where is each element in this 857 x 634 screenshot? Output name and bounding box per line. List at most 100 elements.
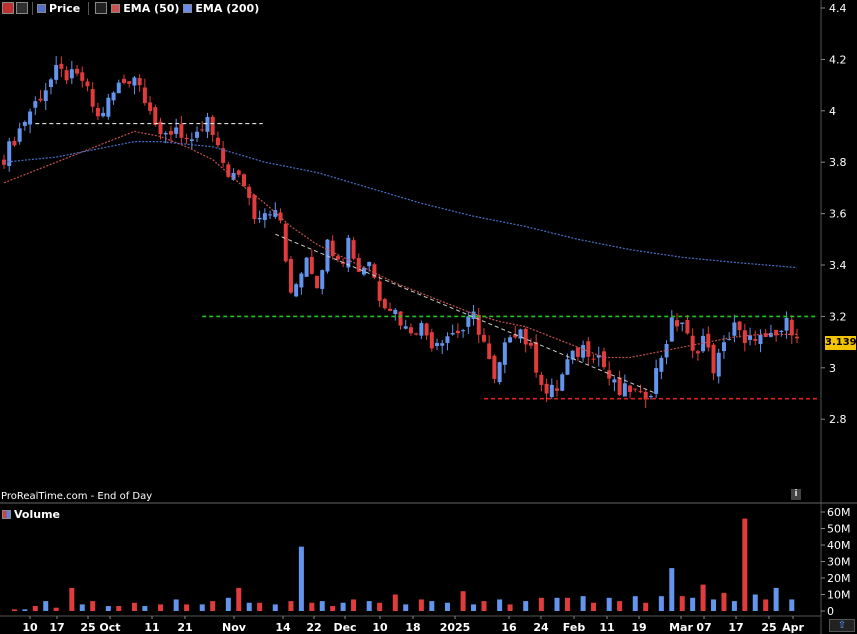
candle-body: [424, 323, 429, 336]
candle-body: [142, 87, 147, 104]
candle-body: [408, 327, 413, 334]
candle-body: [659, 357, 664, 372]
volume-bar: [257, 602, 263, 611]
candle-body: [528, 342, 533, 346]
candle-body: [12, 141, 17, 146]
candle-body: [429, 332, 434, 349]
candle-body: [601, 351, 606, 368]
candle-body: [351, 240, 356, 259]
volume-bar: [538, 597, 544, 611]
volume-bar: [319, 601, 325, 611]
volume-bar: [22, 609, 28, 611]
candle-body: [127, 81, 132, 84]
candle-body: [168, 130, 173, 135]
candle-body: [711, 344, 716, 374]
indicator-list-icon[interactable]: [95, 2, 108, 14]
ema50-legend-label[interactable]: EMA (50): [123, 2, 179, 15]
volume-bar: [481, 601, 487, 611]
y-tick-label: 3.6: [829, 208, 847, 221]
candle-body: [523, 328, 528, 345]
volume-legend-label[interactable]: Volume: [14, 508, 60, 521]
candle-body: [617, 377, 622, 396]
volume-bar: [11, 609, 17, 611]
volume-bar: [142, 606, 148, 611]
candle-body: [654, 368, 659, 394]
candle-body: [612, 379, 617, 383]
candle-body: [309, 256, 314, 274]
candle-body: [795, 336, 799, 339]
candle-body: [706, 333, 711, 348]
x-tick-label: 07: [696, 621, 711, 634]
candle-body: [476, 314, 481, 335]
candle-body: [471, 311, 476, 319]
candle-body: [549, 384, 554, 398]
ema200-swatch-icon: [183, 3, 193, 13]
candle-body: [565, 359, 570, 375]
volume-swatch-icon: [2, 509, 11, 519]
candle-body: [273, 210, 278, 217]
candle-body: [28, 111, 33, 125]
candle-body: [638, 391, 643, 393]
candle-body: [695, 351, 700, 354]
candle-body: [466, 316, 471, 327]
volume-tick-label: 20M: [827, 572, 851, 585]
volume-bar: [309, 602, 315, 611]
info-icon[interactable]: i: [791, 489, 801, 500]
y-tick-label: 2.8: [829, 413, 847, 426]
chart-type-icon[interactable]: [2, 2, 14, 14]
volume-bar: [69, 587, 75, 611]
candle-body: [622, 383, 627, 397]
candle-body: [607, 370, 612, 379]
volume-bar: [131, 602, 137, 611]
x-tick-label: 19: [631, 621, 646, 634]
volume-bar: [403, 604, 409, 611]
x-tick-label: 17: [728, 621, 743, 634]
candle-body: [54, 64, 59, 80]
candle-body: [148, 102, 153, 111]
volume-bar: [460, 591, 466, 611]
volume-tick-label: 0: [827, 605, 834, 618]
candle-body: [455, 330, 460, 334]
candle-body: [414, 333, 419, 335]
candle-body: [236, 170, 241, 175]
candle-body: [252, 195, 257, 220]
candle-body: [560, 374, 565, 391]
volume-bar: [246, 602, 252, 611]
candle-body: [95, 107, 100, 117]
candle-body: [502, 342, 507, 365]
volume-bar: [632, 596, 638, 611]
candle-body: [382, 299, 387, 309]
candle-body: [675, 320, 680, 327]
candle-body: [492, 355, 497, 379]
volume-bar: [366, 601, 372, 611]
volume-bar: [79, 604, 85, 611]
volume-tick-label: 30M: [827, 556, 851, 569]
volume-bar: [606, 597, 612, 611]
candle-body: [346, 237, 351, 268]
candle-body: [508, 337, 513, 343]
timeframe-icon[interactable]: [16, 2, 28, 14]
candle-body: [69, 69, 74, 79]
volume-tick-label: 10M: [827, 589, 851, 602]
candle-body: [137, 78, 142, 86]
candle-body: [758, 334, 763, 345]
ema200-legend-label[interactable]: EMA (200): [195, 2, 259, 15]
price-legend-label[interactable]: Price: [49, 2, 80, 15]
x-tick-label: 22: [306, 621, 321, 634]
candle-body: [784, 317, 789, 331]
volume-bar: [789, 599, 795, 611]
last-price-tag: 3.139: [825, 336, 857, 350]
volume-tick-label: 50M: [827, 523, 851, 536]
volume-bar: [272, 604, 278, 611]
candle-body: [633, 388, 638, 390]
candle-body: [215, 137, 220, 146]
candle-body: [299, 273, 304, 288]
volume-tick-label: 40M: [827, 539, 851, 552]
x-tick-label: 2025: [440, 621, 471, 634]
scroll-up-icon[interactable]: ⇧: [829, 619, 855, 632]
candle-body: [116, 82, 121, 94]
candle-body: [539, 374, 544, 385]
candle-body: [461, 330, 466, 332]
volume-bar: [210, 601, 216, 611]
volume-bar: [497, 599, 503, 611]
